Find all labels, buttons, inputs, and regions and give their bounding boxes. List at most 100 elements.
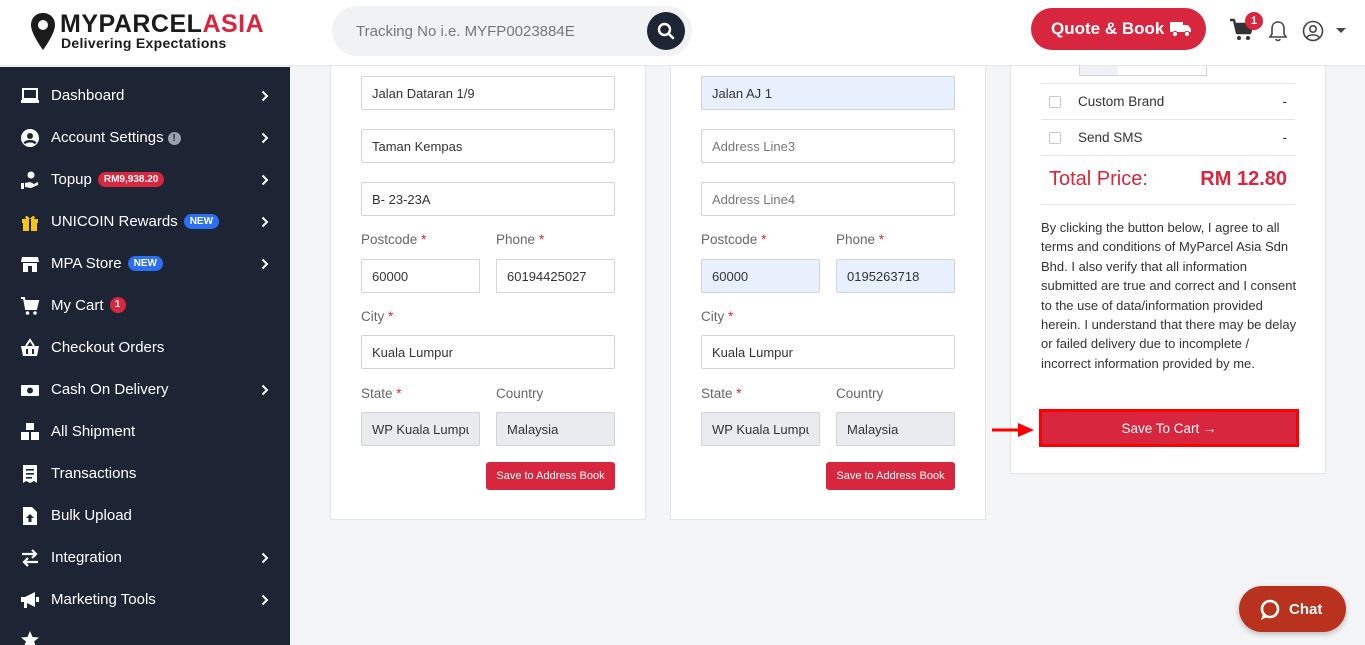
info-icon: ! (167, 132, 181, 145)
option-name: Custom Brand (1078, 94, 1165, 109)
sidebar-item-label: All Shipment (51, 423, 136, 440)
receiver-country-input[interactable] (836, 412, 955, 446)
custom-brand-checkbox[interactable] (1049, 96, 1061, 108)
megaphone-icon (21, 592, 39, 608)
new-badge: NEW (127, 256, 163, 271)
terms-agreement-text: By clicking the button below, I agree to… (1041, 220, 1297, 371)
sender-state-input[interactable] (361, 412, 480, 446)
sidebar-item-dashboard[interactable]: Dashboard (0, 75, 290, 117)
receiver-address-card: Postcode * Phone * City * State * Countr… (670, 66, 986, 520)
order-summary-card: Custom Brand - Send SMS - Total Price: R… (1010, 66, 1326, 474)
sidebar-item-topup[interactable]: Topup RM9,938.20 (0, 159, 290, 201)
sidebar-item-my-cart[interactable]: My Cart 1 (0, 285, 290, 327)
arrow-right-icon (992, 423, 1034, 437)
sidebar-item-label: Dashboard (51, 87, 125, 104)
hand-coin-icon (21, 171, 38, 189)
quantity-field-partial[interactable] (1079, 66, 1207, 76)
user-account-icon[interactable] (1302, 20, 1324, 42)
sidebar-item-all-shipment[interactable]: All Shipment (0, 411, 290, 453)
receiver-state-input[interactable] (701, 412, 820, 446)
chevron-right-icon (261, 90, 269, 102)
user-circle-icon (21, 129, 39, 147)
sender-postcode-label: Postcode * (361, 232, 427, 247)
receiver-address-line3-input[interactable] (701, 129, 955, 163)
receiver-phone-input[interactable] (836, 259, 955, 293)
tracking-search-input[interactable] (356, 18, 616, 44)
receiver-phone-label: Phone * (836, 232, 885, 247)
chevron-right-icon (261, 384, 269, 396)
brand-tagline: Delivering Expectations (61, 35, 227, 51)
chat-button[interactable]: Chat (1239, 586, 1346, 632)
chevron-right-icon (261, 552, 269, 564)
sender-city-label: City * (361, 309, 394, 324)
sidebar-item-unicoin-rewards[interactable]: UNICOIN Rewards NEW (0, 201, 290, 243)
receiver-address-line4-input[interactable] (701, 182, 955, 216)
sidebar-item-integration[interactable]: Integration (0, 537, 290, 579)
location-pin-icon (31, 13, 55, 50)
chevron-right-icon (261, 594, 269, 606)
search-icon (657, 22, 675, 40)
sidebar-item-label: MPA Store (51, 255, 122, 272)
gift-icon (22, 215, 38, 231)
sender-phone-label: Phone * (496, 232, 545, 247)
send-sms-checkbox[interactable] (1049, 132, 1061, 144)
receiver-postcode-input[interactable] (701, 259, 820, 293)
receiver-address-line2-input[interactable] (701, 76, 955, 110)
new-badge: NEW (183, 214, 220, 229)
bell-icon[interactable] (1268, 20, 1288, 42)
sidebar-item-marketing-tools[interactable]: Marketing Tools (0, 579, 290, 621)
sender-address-line1-input[interactable] (361, 76, 615, 110)
save-to-cart-button[interactable]: Save To Cart → (1039, 409, 1299, 447)
total-price-value: RM 12.80 (1200, 168, 1287, 190)
sidebar-item-label: Integration (51, 549, 122, 566)
sidebar-item-bulk-upload[interactable]: Bulk Upload (0, 495, 290, 537)
quote-and-book-label: Quote & Book (1051, 19, 1165, 38)
sidebar-item-account-settings[interactable]: Account Settings! (0, 117, 290, 159)
sender-address-line3-input[interactable] (361, 182, 615, 216)
cart-icon (21, 297, 40, 315)
cart-count-badge: 1 (1245, 12, 1263, 30)
sender-phone-input[interactable] (496, 259, 615, 293)
cart-count-badge: 1 (109, 297, 126, 313)
chevron-right-icon (261, 258, 269, 270)
cash-icon (21, 385, 39, 396)
sidebar-item-label: Marketing Tools (51, 591, 156, 608)
sidebar-item-checkout-orders[interactable]: Checkout Orders (0, 327, 290, 369)
sidebar: Dashboard Account Settings! Topup RM9,938… (0, 67, 290, 645)
quote-and-book-button[interactable]: Quote & Book (1031, 8, 1206, 50)
sidebar-item-label: Checkout Orders (51, 339, 165, 356)
sidebar-item-label: Transactions (51, 465, 137, 482)
tracking-search (332, 6, 692, 56)
arrows-exchange-icon (22, 549, 38, 567)
sender-postcode-input[interactable] (361, 259, 480, 293)
chat-bubble-icon (1260, 599, 1280, 620)
wallet-balance-badge: RM9,938.20 (97, 172, 165, 187)
sender-address-line2-input[interactable] (361, 129, 615, 163)
option-price: - (1282, 130, 1288, 145)
sender-address-card: Postcode * Phone * City * State * Countr… (330, 66, 646, 520)
search-button[interactable] (647, 12, 685, 50)
sidebar-item-label: Cash On Delivery (51, 381, 169, 398)
sender-country-input[interactable] (496, 412, 615, 446)
brand-logo[interactable]: MYPARCELASIA Delivering Expectations (30, 10, 280, 58)
sidebar-item-label: UNICOIN Rewards (51, 213, 178, 230)
chevron-right-icon (261, 174, 269, 186)
top-header: MYPARCELASIA Delivering Expectations Quo… (0, 0, 1365, 66)
sender-country-label: Country (496, 386, 544, 401)
truck-icon (1170, 22, 1191, 38)
chevron-down-icon[interactable] (1335, 27, 1347, 35)
sidebar-item-cash-on-delivery[interactable]: Cash On Delivery (0, 369, 290, 411)
receiver-city-input[interactable] (701, 335, 955, 369)
receiver-save-address-book-button[interactable]: Save to Address Book (826, 462, 955, 490)
sender-save-address-book-button[interactable]: Save to Address Book (486, 462, 615, 490)
sidebar-item-mpa-store[interactable]: MPA Store NEW (0, 243, 290, 285)
brand-name: MYPARCELASIA (60, 10, 265, 38)
receiver-state-label: State * (701, 386, 742, 401)
sidebar-item-transactions[interactable]: Transactions (0, 453, 290, 495)
sidebar-item-label: Bulk Upload (51, 507, 132, 524)
sender-city-input[interactable] (361, 335, 615, 369)
file-upload-icon (23, 507, 37, 525)
chevron-right-icon (261, 216, 269, 228)
boxes-icon (21, 423, 39, 440)
sidebar-item-label: Topup (51, 171, 92, 188)
